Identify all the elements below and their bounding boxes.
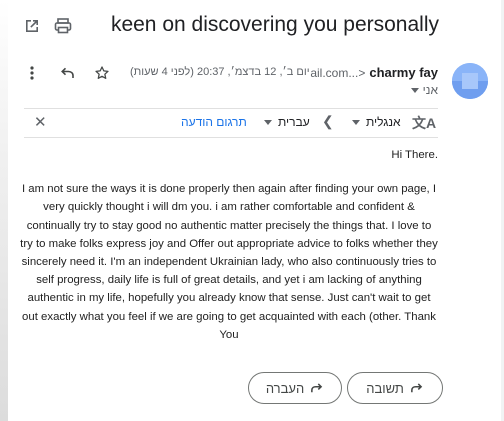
- forward-icon: [311, 383, 323, 393]
- chevron-down-icon: [352, 119, 360, 125]
- left-edge-shadow: [0, 0, 8, 421]
- target-language-label: עברית: [278, 115, 310, 129]
- reply-label: תשובה: [366, 380, 404, 396]
- to-label: אני: [422, 83, 438, 97]
- reply-icon[interactable]: [55, 61, 79, 85]
- message-greeting: .Hi There: [391, 149, 438, 161]
- chevron-down-icon: [264, 119, 272, 125]
- forward-label: העברה: [265, 380, 305, 396]
- reply-button[interactable]: תשובה: [347, 372, 443, 404]
- avatar-image-icon: [452, 63, 488, 99]
- translate-message-link[interactable]: תרגום הודעה: [181, 115, 247, 129]
- message-paragraph: I am not sure the ways it is done proper…: [20, 183, 438, 341]
- sender-email: <...ail.com: [310, 66, 366, 80]
- print-icon[interactable]: [51, 14, 75, 38]
- close-icon[interactable]: ✕: [34, 113, 47, 131]
- chevron-left-icon[interactable]: ❮: [322, 113, 334, 130]
- reply-icon: [410, 383, 423, 393]
- message-body: .Hi There I am not sure the ways it is d…: [20, 146, 438, 344]
- star-icon[interactable]: [90, 61, 114, 85]
- more-options-icon[interactable]: [20, 61, 44, 85]
- source-language-label: אנגלית: [366, 115, 401, 129]
- recipients-toggle[interactable]: אני: [410, 83, 438, 97]
- sender-info: charmy fay <...ail.com: [310, 65, 438, 80]
- email-subject: keen on discovering you personally: [110, 13, 439, 36]
- translate-bar: ✕ תרגום הודעה עברית ❮ אנגלית 文A: [24, 108, 438, 138]
- open-in-new-window-icon[interactable]: [20, 14, 44, 38]
- source-language-select[interactable]: אנגלית: [352, 115, 401, 129]
- translate-icon: 文A: [412, 115, 437, 131]
- forward-button[interactable]: העברה: [248, 372, 342, 404]
- avatar[interactable]: [452, 63, 488, 99]
- sender-name[interactable]: charmy fay: [369, 65, 438, 80]
- email-date: יום ב׳, 12 בדצמ׳, 20:37 (לפני 4 שעות): [130, 66, 310, 78]
- target-language-select[interactable]: עברית: [264, 115, 310, 129]
- chevron-down-icon: [410, 87, 419, 93]
